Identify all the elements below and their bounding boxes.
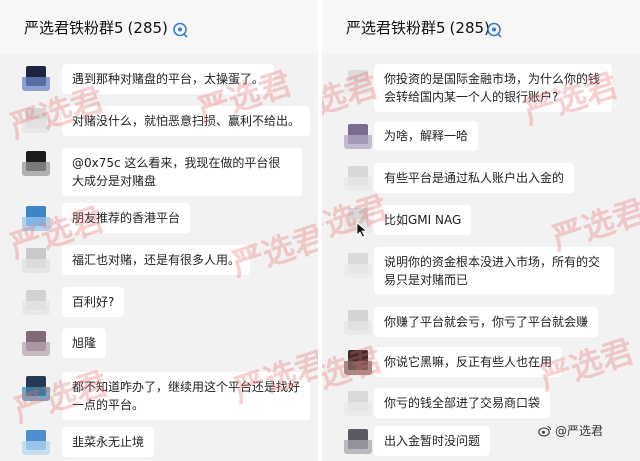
- avatar[interactable]: [344, 163, 372, 191]
- chat-header-left: 严选君铁粉群5 (285): [0, 0, 318, 54]
- message-bubble: 都不知道咋办了，继续用这个平台还是找好一点的平台。: [62, 372, 310, 420]
- avatar[interactable]: [22, 373, 50, 401]
- member-count: (285): [127, 19, 168, 37]
- footer-watermark-text: @严选君: [555, 424, 604, 438]
- message-bubble: 百利好?: [62, 287, 125, 317]
- message-row: 朋友推荐的香港平台: [0, 198, 318, 238]
- message-bubble: 出入金暂时没问题: [374, 426, 491, 456]
- footer-watermark: @严选君: [538, 422, 603, 439]
- message-bubble: 旭隆: [62, 328, 107, 358]
- message-bubble: @0x75c 这么看来，我现在做的平台很大成分是对赌盘: [62, 148, 302, 196]
- message-row: 比如GMI NAG: [322, 200, 640, 240]
- message-bubble: 对赌没什么，就怕恶意扫损、赢利不给出。: [62, 106, 311, 136]
- message-row: 有些平台是通过私人账户出入金的: [322, 158, 640, 198]
- message-bubble: 遇到那种对赌盘的平台，太操蛋了。: [62, 64, 275, 94]
- message-bubble: 朋友推荐的香港平台: [62, 203, 191, 233]
- avatar[interactable]: [22, 245, 50, 273]
- member-count: (285): [449, 19, 490, 37]
- message-row: 你投资的是国际金融市场，为什么你的钱会转给国内某一个人的银行账户?: [322, 62, 640, 112]
- group-chat-icon[interactable]: [171, 21, 189, 39]
- message-bubble: 你投资的是国际金融市场，为什么你的钱会转给国内某一个人的银行账户?: [374, 64, 612, 112]
- group-name: 严选君铁粉群5: [346, 19, 446, 37]
- message-row: 韭菜永无止境: [0, 422, 318, 461]
- message-bubble: 为啥，解释一哈: [374, 121, 479, 151]
- group-name: 严选君铁粉群5: [24, 19, 124, 37]
- avatar[interactable]: [344, 347, 372, 375]
- chat-panel-right: 严选君铁粉群5 (285) 你投资的是国际金融市场，为什么你的钱会转给国内某一个人…: [322, 0, 640, 461]
- group-title-left[interactable]: 严选君铁粉群5 (285): [24, 17, 168, 38]
- avatar[interactable]: [344, 426, 372, 454]
- message-row: 说明你的资金根本没进入市场，所有的交易只是对赌而已: [322, 245, 640, 295]
- message-bubble: 你赚了平台就会亏，你亏了平台就会赚: [374, 307, 599, 337]
- avatar[interactable]: [22, 427, 50, 455]
- message-row: 都不知道咋办了，继续用这个平台还是找好一点的平台。: [0, 368, 318, 420]
- message-bubble: 你亏的钱全部进了交易商口袋: [374, 388, 551, 418]
- message-row: 你说它黑嘛，反正有些人也在用: [322, 342, 640, 382]
- avatar[interactable]: [22, 63, 50, 91]
- message-bubble: 比如GMI NAG: [374, 205, 472, 235]
- avatar[interactable]: [22, 105, 50, 133]
- chat-panel-left: 严选君铁粉群5 (285) 遇到那种对赌盘的平台，太操蛋了。 对赌没什么，就怕恶意…: [0, 0, 318, 461]
- message-bubble: 福汇也对赌，还是有很多人用。: [62, 245, 251, 275]
- message-row: 你赚了平台就会亏，你亏了平台就会赚: [322, 302, 640, 342]
- message-row: 福汇也对赌，还是有很多人用。: [0, 240, 318, 280]
- avatar[interactable]: [344, 121, 372, 149]
- avatar[interactable]: [22, 148, 50, 176]
- group-chat-icon[interactable]: [485, 21, 503, 39]
- message-row: 遇到那种对赌盘的平台，太操蛋了。: [0, 58, 318, 98]
- message-row: 对赌没什么，就怕恶意扫损、赢利不给出。: [0, 100, 318, 140]
- message-row: 百利好?: [0, 282, 318, 322]
- avatar[interactable]: [344, 67, 372, 95]
- message-bubble: 说明你的资金根本没进入市场，所有的交易只是对赌而已: [374, 247, 614, 295]
- avatar[interactable]: [22, 287, 50, 315]
- avatar[interactable]: [344, 307, 372, 335]
- mouse-pointer-icon: [356, 222, 368, 238]
- message-bubble: 有些平台是通过私人账户出入金的: [374, 163, 575, 193]
- message-row: 为啥，解释一哈: [322, 116, 640, 156]
- avatar[interactable]: [22, 203, 50, 231]
- group-title-right[interactable]: 严选君铁粉群5 (285): [346, 17, 490, 38]
- weibo-logo-icon: [538, 425, 552, 437]
- chat-header-right: 严选君铁粉群5 (285): [322, 0, 640, 54]
- message-bubble: 韭菜永无止境: [62, 427, 155, 457]
- avatar[interactable]: [344, 250, 372, 278]
- message-row: 你亏的钱全部进了交易商口袋: [322, 383, 640, 423]
- avatar[interactable]: [344, 388, 372, 416]
- message-bubble: 你说它黑嘛，反正有些人也在用: [374, 347, 563, 377]
- avatar[interactable]: [22, 328, 50, 356]
- message-row: @0x75c 这么看来，我现在做的平台很大成分是对赌盘: [0, 143, 318, 196]
- message-row: 旭隆: [0, 323, 318, 363]
